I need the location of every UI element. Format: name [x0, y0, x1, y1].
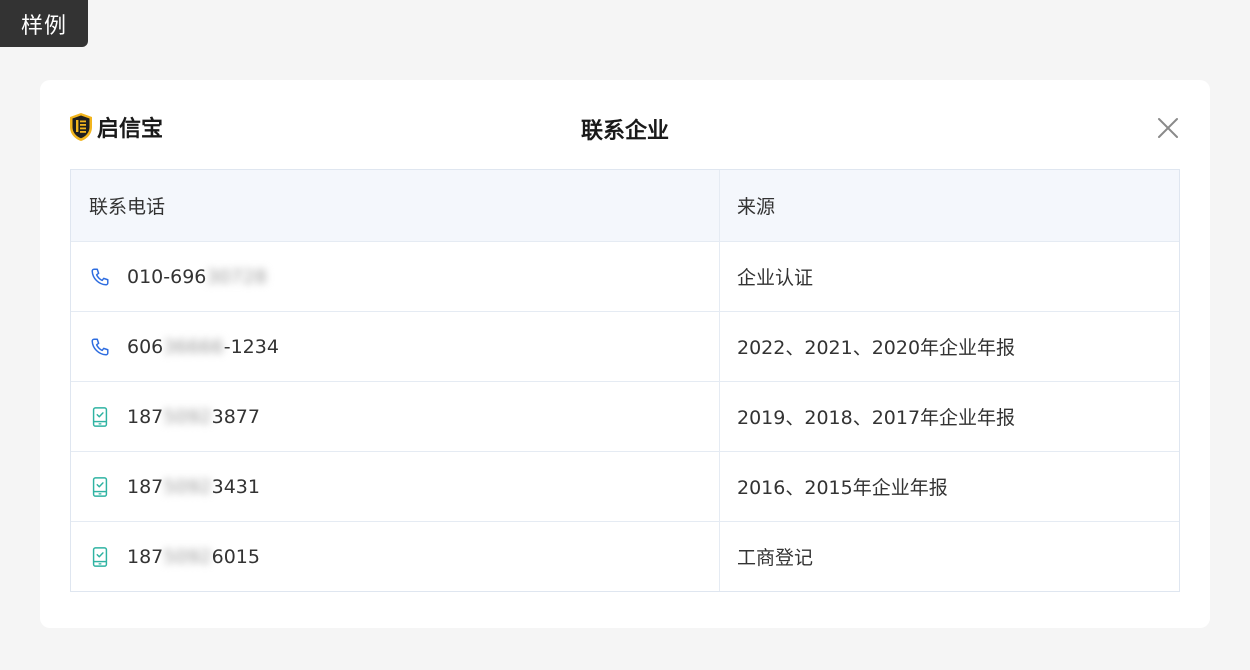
source-cell: 2019、2018、2017年企业年报 [737, 407, 1016, 429]
phone-cell: 606 36666 -1234 [71, 312, 720, 381]
phone-icon [91, 337, 109, 356]
table-row: 187 5092 6015 工商登记 [71, 522, 1179, 591]
phone-masked-digits: 5092 [163, 405, 212, 428]
sample-badge-label: 样例 [20, 13, 67, 39]
phone-cell: 010-696 30728 [71, 242, 720, 311]
phone-prefix: 187 [127, 475, 164, 498]
phone-prefix: 187 [127, 545, 164, 568]
table-row: 187 5092 3431 2016、2015年企业年报 [71, 452, 1179, 522]
column-header-source: 来源 [737, 196, 776, 218]
phone-prefix: 187 [127, 405, 164, 428]
source-cell: 2016、2015年企业年报 [737, 477, 948, 499]
mobile-phone-icon [92, 546, 108, 567]
phone-suffix: 6015 [211, 545, 260, 568]
phone-cell: 187 5092 6015 [71, 522, 720, 591]
dialog-title: 联系企业 [580, 119, 669, 144]
table-row: 606 36666 -1234 2022、2021、2020年企业年报 [71, 312, 1179, 382]
source-cell: 企业认证 [737, 267, 814, 289]
phone-number[interactable]: 187 5092 3431 [127, 476, 260, 498]
phone-cell: 187 5092 3431 [71, 452, 720, 521]
contact-dialog: 启信宝 联系企业 联系电话 来源 010-696 30728 企业认证 606 3666… [40, 80, 1210, 628]
phone-suffix: 3877 [211, 405, 260, 428]
table-row: 010-696 30728 企业认证 [71, 242, 1179, 312]
phone-number[interactable]: 187 5092 3877 [127, 406, 260, 428]
phone-number[interactable]: 606 36666 -1234 [127, 336, 279, 358]
mobile-phone-icon [92, 406, 108, 427]
table-header-row: 联系电话 来源 [71, 170, 1179, 242]
phone-prefix: 010-696 [127, 265, 207, 288]
column-header-phone: 联系电话 [71, 170, 720, 241]
phone-icon [91, 267, 109, 286]
phone-cell: 187 5092 3877 [71, 382, 720, 451]
sample-badge: 样例 [0, 0, 88, 47]
phone-number[interactable]: 010-696 30728 [127, 266, 267, 288]
phone-masked-digits: 30728 [206, 265, 267, 288]
table-row: 187 5092 3877 2019、2018、2017年企业年报 [71, 382, 1179, 452]
close-icon[interactable] [1156, 116, 1180, 140]
phone-prefix: 606 [127, 335, 164, 358]
phone-masked-digits: 5092 [163, 475, 212, 498]
phone-number[interactable]: 187 5092 6015 [127, 546, 260, 568]
mobile-phone-icon [92, 476, 108, 497]
contact-table: 联系电话 来源 010-696 30728 企业认证 606 36666 -1234 202… [70, 169, 1180, 592]
phone-suffix: 3431 [211, 475, 260, 498]
phone-masked-digits: 5092 [163, 545, 212, 568]
source-cell: 2022、2021、2020年企业年报 [737, 337, 1016, 359]
phone-masked-digits: 36666 [163, 335, 224, 358]
phone-suffix: -1234 [223, 335, 279, 358]
dialog-header: 启信宝 联系企业 [40, 80, 1210, 169]
source-cell: 工商登记 [737, 547, 814, 569]
